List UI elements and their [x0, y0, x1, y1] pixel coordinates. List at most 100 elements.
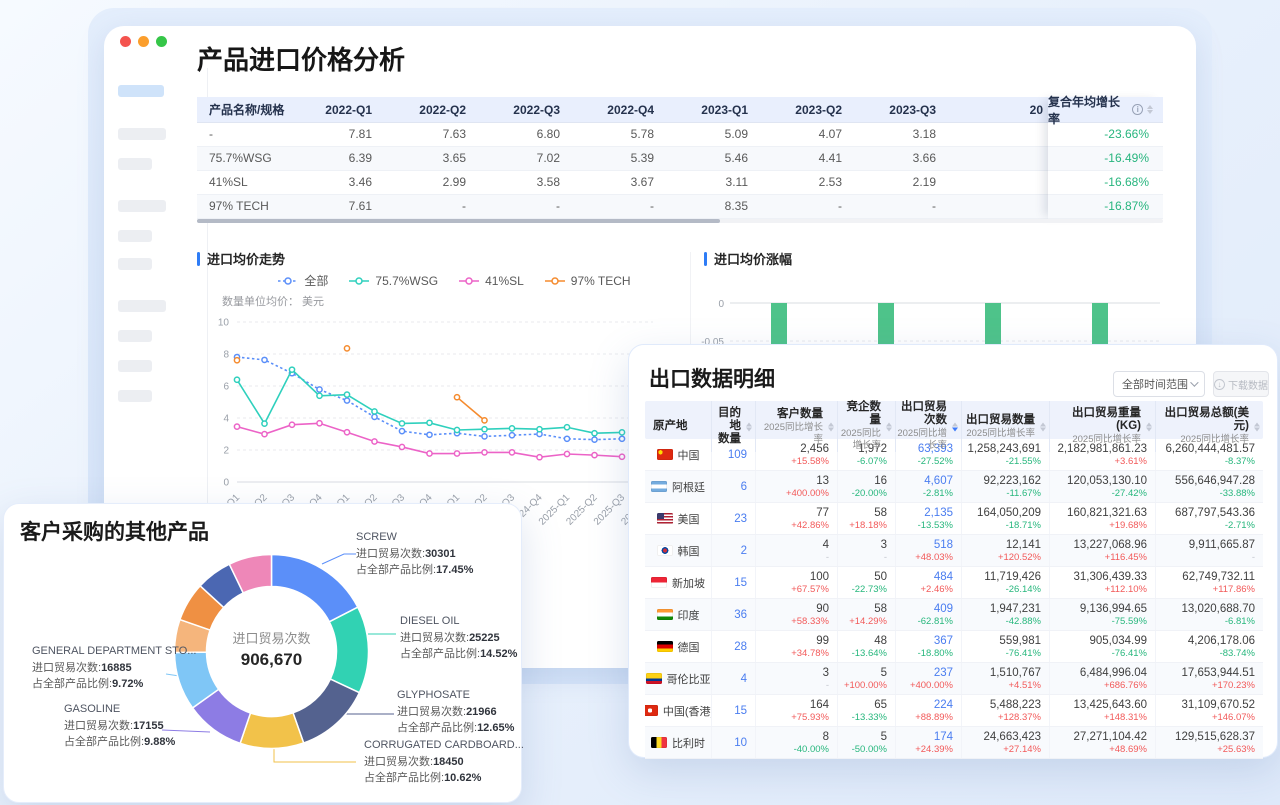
data-cell: 5-50.00% — [837, 727, 895, 758]
donut-card-title: 客户采购的其他产品 — [20, 516, 209, 546]
column-header[interactable]: 竞企数量2025同比增长率 — [837, 401, 895, 452]
value: 58 — [838, 506, 887, 520]
trade-count-link[interactable]: 409 — [896, 602, 953, 616]
value: 50 — [838, 570, 887, 584]
legend-item[interactable]: 41%SL — [458, 274, 524, 288]
trade-count-link[interactable]: 4,607 — [896, 474, 953, 488]
growth-rate: -2.71% — [1156, 520, 1255, 532]
data-cell: 58+18.18% — [837, 503, 895, 534]
column-header[interactable]: 出口贸易总额(美元)2025同比增长率 — [1155, 401, 1263, 452]
flag-icon-hk — [645, 705, 658, 716]
donut-center-value: 906,670 — [191, 650, 352, 670]
trade-count-link[interactable]: 224 — [896, 698, 953, 712]
destination-count-link[interactable]: 15 — [711, 567, 755, 598]
column-header[interactable]: 出口贸易重量(KG)2025同比增长率 — [1049, 401, 1155, 452]
destination-count-link[interactable]: 15 — [711, 695, 755, 726]
scrollbar-thumb[interactable] — [197, 219, 720, 223]
price-cell: 3.66 — [856, 147, 950, 171]
chevron-down-icon — [1190, 378, 1198, 386]
data-cell: 409-62.81% — [895, 599, 961, 630]
column-header[interactable]: 2023-Q1 — [668, 97, 762, 123]
price-cell: 8.35 — [668, 195, 762, 219]
flag-icon-in — [657, 609, 673, 620]
column-header[interactable]: 出口贸易数量2025同比增长率 — [961, 401, 1049, 452]
growth-rate: +15.58% — [756, 456, 829, 468]
price-cell: 3.58 — [480, 171, 574, 195]
price-cell: 3.11 — [668, 171, 762, 195]
time-range-select[interactable]: 全部时间范围 — [1113, 371, 1205, 397]
trade-count-link[interactable]: 174 — [896, 730, 953, 744]
price-cell: - — [480, 195, 574, 219]
column-header[interactable]: 客户数量2025同比增长率 — [755, 401, 837, 452]
column-header[interactable]: 2022-Q4 — [574, 97, 668, 123]
data-cell: 224+88.89% — [895, 695, 961, 726]
donut-segment[interactable] — [240, 713, 304, 749]
destination-count-link[interactable]: 23 — [711, 503, 755, 534]
value: 77 — [756, 506, 829, 520]
value: 1,947,231 — [962, 602, 1041, 616]
sort-caret-icon[interactable] — [1146, 422, 1152, 431]
header-sublabel: 2025同比增长率 — [896, 428, 947, 452]
column-header[interactable]: 产品名称/规格 — [197, 97, 292, 123]
value: 5 — [838, 666, 887, 680]
sort-caret-icon[interactable] — [886, 422, 892, 431]
donut-segment[interactable] — [293, 679, 359, 743]
destination-count-link[interactable]: 6 — [711, 471, 755, 502]
sort-caret-icon[interactable] — [1040, 422, 1046, 431]
column-header[interactable]: 2022-Q3 — [480, 97, 574, 123]
trade-count-link[interactable]: 484 — [896, 570, 953, 584]
column-header[interactable]: 2023-Q3 — [856, 97, 950, 123]
sort-caret-icon[interactable] — [1147, 105, 1153, 114]
destination-count-link[interactable]: 36 — [711, 599, 755, 630]
export-table-header: 原产地目的地数量客户数量2025同比增长率竞企数量2025同比增长率出口贸易次数… — [645, 401, 1263, 439]
data-cell: 3- — [837, 535, 895, 566]
price-cell: 2.19 — [856, 171, 950, 195]
price-cell: 2.99 — [386, 171, 480, 195]
column-header[interactable]: 2022-Q2 — [386, 97, 480, 123]
origin-cell: 韩国 — [645, 535, 711, 566]
value: 8 — [756, 730, 829, 744]
data-cell: 5,488,223+128.37% — [961, 695, 1049, 726]
value: 13,227,068.96 — [1050, 538, 1147, 552]
header-label: 原产地 — [653, 420, 697, 433]
download-data-button[interactable]: 下载数据 — [1213, 371, 1269, 397]
data-cell: 12,141+120.52% — [961, 535, 1049, 566]
column-header[interactable]: 目的地数量 — [711, 401, 755, 452]
value: 129,515,628.37 — [1156, 730, 1255, 744]
destination-count-link[interactable]: 10 — [711, 727, 755, 758]
legend-item[interactable]: 97% TECH — [544, 274, 631, 288]
sort-caret-icon[interactable] — [746, 422, 752, 431]
sort-caret-icon[interactable] — [952, 422, 958, 431]
column-header[interactable]: 2023-Q2 — [762, 97, 856, 123]
sort-caret-icon[interactable] — [828, 422, 834, 431]
data-cell: 237+400.00% — [895, 663, 961, 694]
column-header[interactable]: 出口贸易次数2025同比增长率 — [895, 401, 961, 452]
data-cell: 120,053,130.10-27.42% — [1049, 471, 1155, 502]
destination-count-link[interactable]: 2 — [711, 535, 755, 566]
data-cell: 518+48.03% — [895, 535, 961, 566]
table-row: 中国(香港)15164+75.93%65-13.33%224+88.89%5,4… — [645, 695, 1263, 727]
sidebar-skeleton-bar — [118, 390, 152, 402]
trade-count-link[interactable]: 518 — [896, 538, 953, 552]
destination-count-link[interactable]: 4 — [711, 663, 755, 694]
sort-caret-icon[interactable] — [1254, 422, 1260, 431]
cagr-fixed-column: 复合年均增长率-23.66%-16.49%-16.68%-16.87% — [1048, 97, 1163, 219]
growth-rate: -50.00% — [838, 744, 887, 756]
legend-item[interactable]: 75.7%WSG — [348, 274, 438, 288]
cagr-header[interactable]: 复合年均增长率 — [1048, 97, 1163, 123]
info-icon[interactable] — [1132, 104, 1143, 115]
trade-count-link[interactable]: 237 — [896, 666, 953, 680]
price-cell: 5.78 — [574, 123, 668, 147]
trade-count-link[interactable]: 367 — [896, 634, 953, 648]
growth-rate: +75.93% — [756, 712, 829, 724]
growth-rate: -13.64% — [838, 648, 887, 660]
legend-item[interactable]: 全部 — [277, 272, 328, 289]
price-cell: 7.02 — [480, 147, 574, 171]
value: 556,646,947.28 — [1156, 474, 1255, 488]
growth-rate: +112.10% — [1050, 584, 1147, 596]
destination-count-link[interactable]: 28 — [711, 631, 755, 662]
column-header[interactable]: 2022-Q1 — [292, 97, 386, 123]
trade-count-link[interactable]: 2,135 — [896, 506, 953, 520]
donut-segment[interactable] — [272, 555, 358, 622]
header-label: 目的地 — [712, 407, 741, 433]
